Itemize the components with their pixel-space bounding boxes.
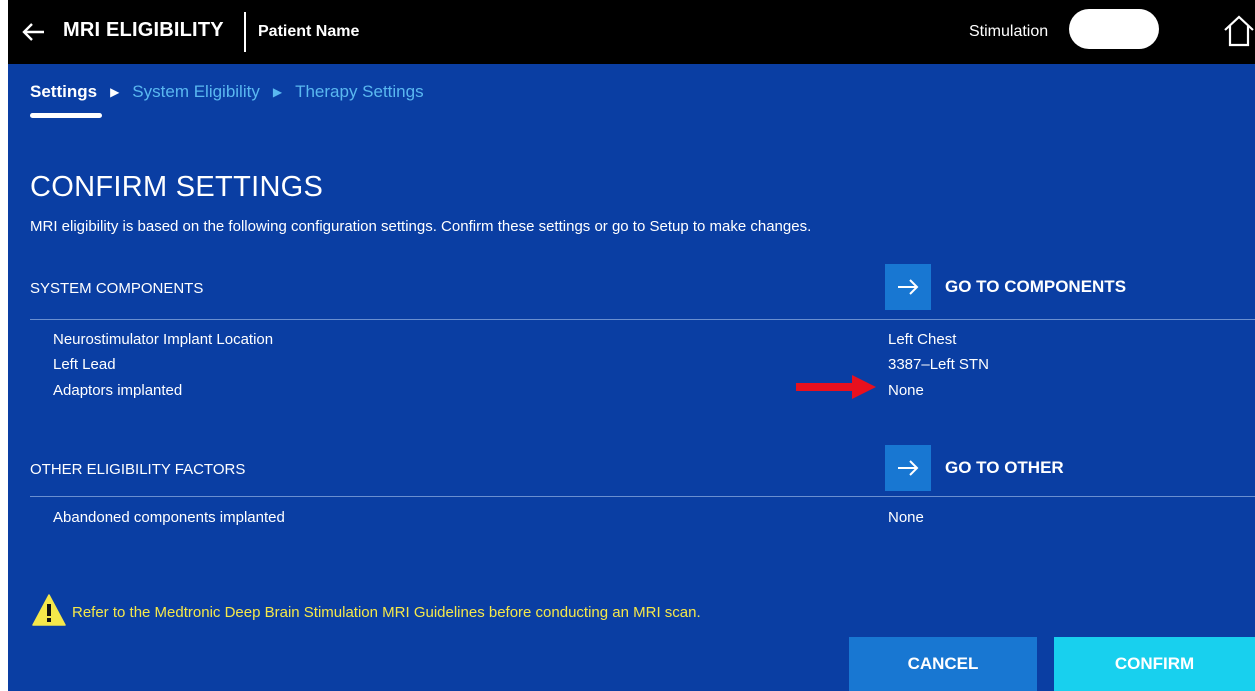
page-title: CONFIRM SETTINGS bbox=[30, 171, 324, 203]
system-components-heading: SYSTEM COMPONENTS bbox=[30, 280, 204, 297]
cancel-button[interactable]: CANCEL bbox=[849, 637, 1037, 691]
row-value-abandoned: None bbox=[888, 509, 924, 526]
section-divider bbox=[30, 496, 1255, 497]
app-title: MRI ELIGIBILITY bbox=[63, 19, 224, 41]
row-value-adaptors: None bbox=[888, 382, 924, 399]
row-label-left-lead: Left Lead bbox=[53, 356, 116, 373]
go-button-icon-box bbox=[885, 445, 931, 491]
home-icon bbox=[1224, 15, 1254, 47]
go-button-icon-box bbox=[885, 264, 931, 310]
row-label-adaptors: Adaptors implanted bbox=[53, 382, 183, 399]
go-to-components-label: GO TO COMPONENTS bbox=[945, 277, 1127, 296]
back-arrow-icon bbox=[22, 23, 44, 41]
home-button[interactable] bbox=[1222, 14, 1255, 48]
row-value-left-lead: 3387–Left STN bbox=[888, 356, 989, 373]
title-divider bbox=[244, 12, 246, 52]
patient-name: Patient Name bbox=[258, 23, 360, 40]
confirm-button[interactable]: CONFIRM bbox=[1054, 637, 1255, 691]
row-label-implant-location: Neurostimulator Implant Location bbox=[53, 331, 274, 348]
stimulation-label: Stimulation bbox=[969, 23, 1049, 40]
breadcrumb-therapy-settings[interactable]: Therapy Settings bbox=[295, 82, 424, 102]
breadcrumb-settings[interactable]: Settings bbox=[30, 82, 97, 102]
go-to-other-label: GO TO OTHER bbox=[945, 458, 1064, 477]
row-label-abandoned: Abandoned components implanted bbox=[53, 509, 285, 526]
arrow-right-icon bbox=[898, 460, 919, 476]
active-step-indicator bbox=[30, 113, 102, 118]
red-arrow-icon bbox=[796, 375, 876, 399]
warning-triangle-icon bbox=[32, 594, 66, 626]
app-frame: MRI ELIGIBILITY Patient Name Stimulation… bbox=[8, 0, 1255, 691]
breadcrumb: Settings ▶ System Eligibility ▶ Therapy … bbox=[30, 80, 424, 104]
stimulation-toggle[interactable] bbox=[1069, 9, 1159, 49]
warning-text: Refer to the Medtronic Deep Brain Stimul… bbox=[72, 604, 701, 621]
page-description: MRI eligibility is based on the followin… bbox=[30, 218, 812, 235]
top-bar: MRI ELIGIBILITY Patient Name Stimulation bbox=[8, 0, 1255, 64]
arrow-right-icon bbox=[898, 279, 919, 295]
section-divider bbox=[30, 319, 1255, 320]
go-to-components-button[interactable]: GO TO COMPONENTS bbox=[885, 264, 1126, 310]
row-value-implant-location: Left Chest bbox=[888, 331, 957, 348]
other-factors-heading: OTHER ELIGIBILITY FACTORS bbox=[30, 461, 246, 478]
breadcrumb-separator-icon: ▶ bbox=[272, 85, 283, 99]
back-button[interactable] bbox=[16, 14, 52, 50]
breadcrumb-system-eligibility[interactable]: System Eligibility bbox=[132, 82, 260, 102]
go-to-other-button[interactable]: GO TO OTHER bbox=[885, 445, 1064, 491]
breadcrumb-separator-icon: ▶ bbox=[110, 85, 120, 99]
